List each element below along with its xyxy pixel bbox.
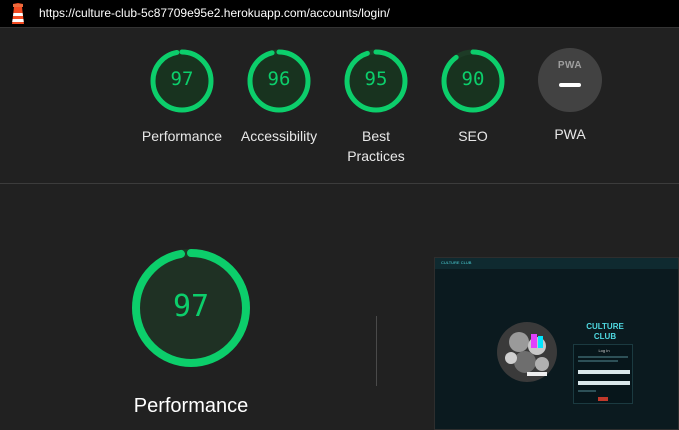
- gauge-seo[interactable]: 90 SEO: [428, 48, 518, 146]
- score-value: 95: [364, 68, 388, 90]
- thumbnail-navbar: CULTURE CLUB: [435, 258, 678, 269]
- score-value: 97: [170, 68, 194, 90]
- score-value: 96: [267, 68, 291, 90]
- thumbnail-password-input: [578, 381, 630, 385]
- gauge-best-practices[interactable]: 95 Best Practices: [331, 48, 421, 166]
- top-bar: https://culture-club-5c87709e95e2.heroku…: [0, 0, 679, 28]
- thumbnail-form-title: Log In: [598, 348, 610, 353]
- vertical-separator: [376, 316, 377, 386]
- thumbnail-brand: CULTURE CLUB: [586, 322, 624, 341]
- pwa-badge-text: PWA: [557, 60, 583, 71]
- thumbnail-nav-brand: CULTURE CLUB: [441, 260, 472, 265]
- page-url[interactable]: https://culture-club-5c87709e95e2.heroku…: [39, 6, 390, 20]
- thumbnail-signin-button: [598, 397, 608, 401]
- thumbnail-text-line: [578, 390, 596, 392]
- score-label: Performance: [141, 128, 223, 144]
- score-label: Best Practices: [347, 128, 405, 164]
- score-label: Accessibility: [240, 128, 318, 144]
- performance-title: Performance: [133, 395, 249, 417]
- pwa-badge-icon: PWA: [538, 48, 602, 112]
- thumbnail-username-input: [578, 370, 630, 374]
- lighthouse-icon: [12, 3, 24, 24]
- score-label: PWA: [554, 126, 586, 142]
- gauge-performance[interactable]: 97 Performance: [137, 48, 227, 146]
- score-value: 90: [461, 68, 485, 90]
- thumbnail-login-form: Log In: [573, 344, 633, 404]
- final-screenshot-thumbnail[interactable]: CULTURE CLUB CULTURE CLUB Log In: [434, 257, 679, 430]
- performance-score: 97: [172, 289, 210, 324]
- thumbnail-artwork: [497, 322, 557, 382]
- gauge-pwa[interactable]: PWA PWA: [525, 48, 615, 144]
- gauge-accessibility[interactable]: 96 Accessibility: [234, 48, 324, 146]
- pwa-dash-icon: [559, 83, 581, 87]
- score-label: SEO: [458, 128, 488, 144]
- thumbnail-text-line: [578, 360, 618, 362]
- thumbnail-text-line: [578, 356, 628, 358]
- section-divider: [0, 183, 679, 184]
